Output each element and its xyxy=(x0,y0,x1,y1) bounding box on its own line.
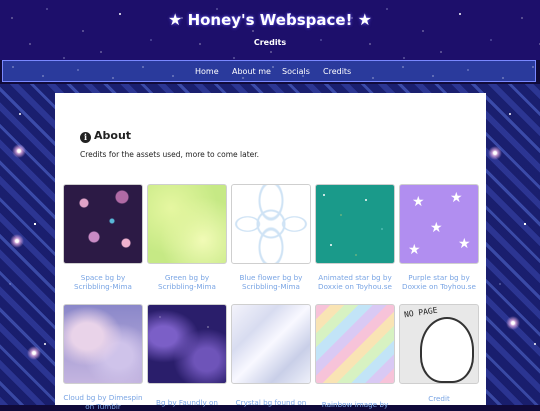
site-header: ★ Honey's Webspace! ★ Credits xyxy=(0,0,540,60)
pixel-sky-bg-thumbnail[interactable] xyxy=(147,304,227,384)
green-bg-thumbnail[interactable] xyxy=(147,184,227,264)
content-panel: i About Credits for the assets used, more… xyxy=(55,93,486,411)
rainbow-bg-thumbnail[interactable] xyxy=(315,304,395,384)
star-icon: ★ xyxy=(430,220,443,236)
credit-card[interactable]: Blue flower bg by Scribbling-Mima xyxy=(231,184,311,291)
blue-flower-bg-thumbnail[interactable] xyxy=(231,184,311,264)
animated-star-bg-thumbnail[interactable] xyxy=(315,184,395,264)
no-page-sketch-thumbnail[interactable]: NO PAGE xyxy=(399,304,479,384)
main-nav: Home About me Socials Credits xyxy=(2,60,536,82)
site-title-text: Honey's Webspace! xyxy=(187,11,353,29)
credit-card[interactable]: ★ ★ ★ ★ ★ Purple star bg by Doxxie on To… xyxy=(399,184,479,291)
page-subtitle: Credits xyxy=(253,38,287,47)
cloud-bg-thumbnail[interactable] xyxy=(63,304,143,384)
purple-star-bg-thumbnail[interactable]: ★ ★ ★ ★ ★ xyxy=(399,184,479,264)
credit-card[interactable]: Green bg by Scribbling-Mima xyxy=(147,184,227,291)
star-sparkle xyxy=(488,146,502,160)
credit-card[interactable]: Bg by Faundly on xyxy=(147,304,227,407)
credit-card[interactable]: Space bg by Scribbling-Mima xyxy=(63,184,143,291)
space-bg-thumbnail[interactable] xyxy=(63,184,143,264)
credit-caption[interactable]: Credit xyxy=(399,394,479,403)
credit-card[interactable]: Cloud bg by Dimespin on Tumblr xyxy=(63,304,143,411)
star-icon: ★ xyxy=(357,10,372,29)
crystal-bg-thumbnail[interactable] xyxy=(231,304,311,384)
info-icon: i xyxy=(80,132,91,143)
no-page-label: NO PAGE xyxy=(403,305,439,320)
about-heading-text: About xyxy=(94,129,132,142)
credit-caption[interactable]: Crystal bg found on xyxy=(231,398,311,407)
star-sparkle xyxy=(12,144,26,158)
credit-card[interactable]: NO PAGE Credit xyxy=(399,304,479,403)
star-icon: ★ xyxy=(458,236,471,252)
star-icon: ★ xyxy=(167,10,183,29)
star-icon: ★ xyxy=(408,242,421,258)
credit-caption[interactable]: Blue flower bg by Scribbling-Mima xyxy=(231,273,311,291)
credit-caption[interactable]: Purple star bg by Doxxie on Toyhou.se xyxy=(399,273,479,291)
credit-caption[interactable]: Animated star bg by Doxxie on Toyhou.se xyxy=(315,273,395,291)
nav-about-me[interactable]: About me xyxy=(232,67,271,76)
intro-text: Credits for the assets used, more to com… xyxy=(80,150,260,159)
nav-credits[interactable]: Credits xyxy=(323,67,351,76)
credit-caption[interactable]: Bg by Faundly on xyxy=(147,398,227,407)
credit-caption[interactable]: Cloud bg by Dimespin on Tumblr xyxy=(63,393,143,411)
star-sparkle xyxy=(506,316,520,330)
credit-card[interactable]: Animated star bg by Doxxie on Toyhou.se xyxy=(315,184,395,291)
star-sparkle xyxy=(10,234,24,248)
site-title: ★ Honey's Webspace! ★ xyxy=(0,10,540,29)
star-icon: ★ xyxy=(412,194,425,210)
nav-socials[interactable]: Socials xyxy=(282,67,310,76)
credit-caption[interactable]: Green bg by Scribbling-Mima xyxy=(147,273,227,291)
credit-caption[interactable]: Space bg by Scribbling-Mima xyxy=(63,273,143,291)
star-icon: ★ xyxy=(450,190,463,206)
nav-home[interactable]: Home xyxy=(195,67,219,76)
credit-card[interactable]: Rainbow image by xyxy=(315,304,395,409)
star-sparkle xyxy=(27,346,41,360)
credit-card[interactable]: Crystal bg found on xyxy=(231,304,311,407)
sketch-drawing xyxy=(420,317,474,383)
about-heading: i About xyxy=(80,129,131,143)
